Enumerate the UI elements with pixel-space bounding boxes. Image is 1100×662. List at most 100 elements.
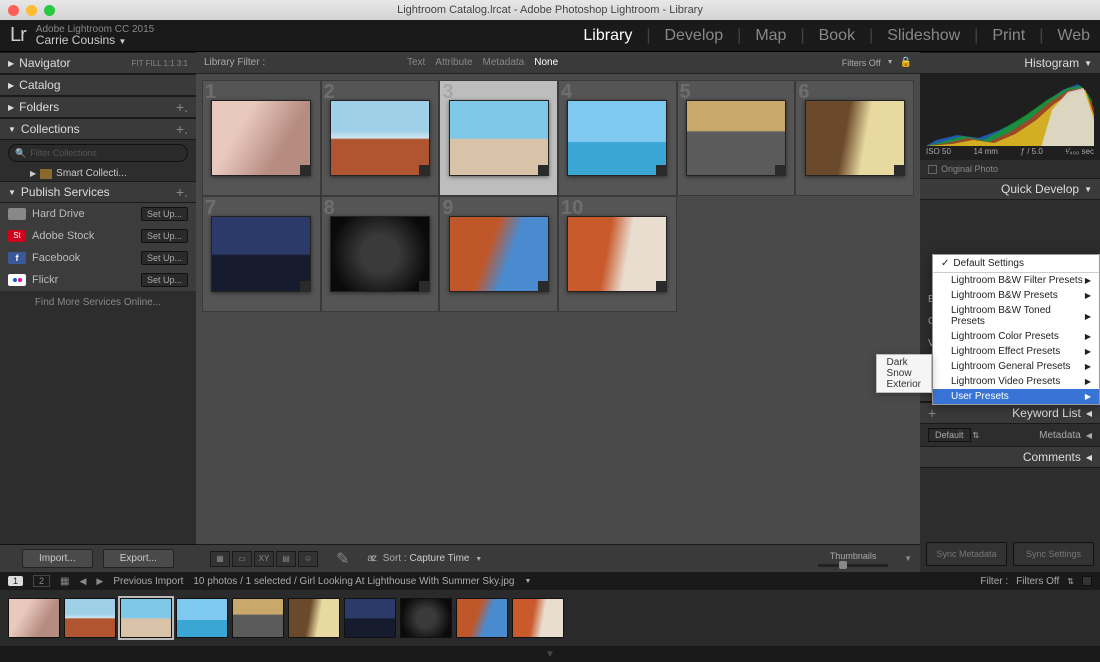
setup-button[interactable]: Set Up... (141, 273, 188, 287)
filmstrip[interactable] (0, 590, 1100, 646)
grid-tiny-icon[interactable]: ▦ (60, 576, 69, 587)
photo-thumbnail[interactable] (567, 216, 667, 291)
people-view-icon[interactable]: ☺ (298, 551, 318, 567)
preset-submenu-item[interactable]: Dark Snow Exterior (876, 354, 932, 393)
filmstrip-thumb[interactable] (8, 598, 60, 638)
filter-dropdown[interactable]: Filters Off (1016, 576, 1059, 587)
grid-cell-selected[interactable]: 3 (439, 80, 558, 196)
grid-cell[interactable]: 1 (202, 80, 321, 196)
toolbar-menu-caret-icon[interactable]: ▼ (904, 554, 912, 563)
thumbnail-size-slider[interactable]: Thumbnails (818, 551, 888, 567)
photo-thumbnail[interactable] (567, 100, 667, 175)
user-menu-caret-icon[interactable]: ▼ (119, 37, 127, 46)
publish-adobestock[interactable]: St Adobe Stock Set Up... (0, 225, 196, 247)
chevron-down-icon[interactable]: ▼ (524, 578, 531, 585)
grid-cell[interactable]: 10 (558, 196, 677, 312)
import-button[interactable]: Import... (22, 549, 93, 568)
grid-cell[interactable]: 6 (795, 80, 914, 196)
preset-group[interactable]: Lightroom Effect Presets▶ (933, 344, 1099, 359)
filmstrip-thumb[interactable] (344, 598, 396, 638)
panel-folders[interactable]: ▶ Folders +. (0, 96, 196, 118)
loupe-view-icon[interactable]: ▭ (232, 551, 252, 567)
panel-catalog[interactable]: ▶ Catalog (0, 74, 196, 96)
module-slideshow[interactable]: Slideshow (887, 27, 960, 45)
compare-view-icon[interactable]: XY (254, 551, 274, 567)
smart-collections-row[interactable]: ▶ Smart Collecti... (0, 166, 196, 181)
grid-cell[interactable]: 5 (677, 80, 796, 196)
sync-settings-button[interactable]: Sync Settings (1013, 542, 1094, 566)
prev-photo-icon[interactable]: ◀ (79, 576, 86, 587)
add-publish-icon[interactable]: +. (176, 184, 188, 200)
find-services-link[interactable]: Find More Services Online... (0, 291, 196, 314)
filmstrip-thumb[interactable] (288, 598, 340, 638)
filmstrip-thumb[interactable] (400, 598, 452, 638)
filter-tab-attribute[interactable]: Attribute (435, 57, 472, 68)
grid-cell[interactable]: 8 (321, 196, 440, 312)
metadata-set-dropdown[interactable]: Default (928, 428, 971, 442)
lock-icon[interactable]: 🔒 (900, 57, 912, 68)
photo-thumbnail[interactable] (211, 216, 311, 291)
module-print[interactable]: Print (992, 27, 1025, 45)
preset-group[interactable]: Lightroom Color Presets▶ (933, 329, 1099, 344)
next-photo-icon[interactable]: ▶ (96, 576, 103, 587)
module-book[interactable]: Book (819, 27, 855, 45)
thumbnail-grid[interactable]: 1 2 3 4 5 6 7 8 9 10 (196, 74, 920, 544)
grid-view-icon[interactable]: ▦ (210, 551, 230, 567)
panel-keywordlist[interactable]: + Keyword List ◀ (920, 402, 1100, 424)
panel-quickdevelop[interactable]: Quick Develop ▼ (920, 178, 1100, 200)
filmstrip-thumb[interactable] (512, 598, 564, 638)
filmstrip-thumb-selected[interactable] (120, 598, 172, 638)
survey-view-icon[interactable]: ▤ (276, 551, 296, 567)
filmstrip-thumb[interactable] (176, 598, 228, 638)
grid-cell[interactable]: 2 (321, 80, 440, 196)
photo-thumbnail[interactable] (805, 100, 905, 175)
navigator-zoom-options[interactable]: FIT FILL 1:1 3:1 (132, 59, 188, 68)
preset-group[interactable]: Lightroom B&W Filter Presets▶ (933, 273, 1099, 288)
panel-comments[interactable]: Comments ◀ (920, 446, 1100, 468)
filter-tab-none[interactable]: None (534, 57, 558, 68)
sync-metadata-button[interactable]: Sync Metadata (926, 542, 1007, 566)
setup-button[interactable]: Set Up... (141, 207, 188, 221)
sort-value-dropdown[interactable]: Capture Time (409, 553, 469, 564)
grid-cell[interactable]: 4 (558, 80, 677, 196)
screen-2-button[interactable]: 2 (33, 575, 50, 587)
module-map[interactable]: Map (755, 27, 786, 45)
add-collection-icon[interactable]: +. (176, 121, 188, 137)
publish-harddrive[interactable]: Hard Drive Set Up... (0, 203, 196, 225)
publish-flickr[interactable]: Flickr Set Up... (0, 269, 196, 291)
filter-tab-text[interactable]: Text (407, 57, 425, 68)
filmstrip-thumb[interactable] (456, 598, 508, 638)
module-web[interactable]: Web (1057, 27, 1090, 45)
filmstrip-collapse-handle[interactable]: ▼ (0, 646, 1100, 662)
setup-button[interactable]: Set Up... (141, 229, 188, 243)
filter-tab-metadata[interactable]: Metadata (483, 57, 525, 68)
grid-cell[interactable]: 9 (439, 196, 558, 312)
grid-cell[interactable]: 7 (202, 196, 321, 312)
photo-thumbnail[interactable] (330, 216, 430, 291)
photo-thumbnail[interactable] (449, 216, 549, 291)
module-develop[interactable]: Develop (664, 27, 723, 45)
panel-publish[interactable]: ▼ Publish Services +. (0, 181, 196, 203)
preset-default-row[interactable]: ✓Default Settings (933, 255, 1099, 272)
filmstrip-thumb[interactable] (232, 598, 284, 638)
photo-thumbnail[interactable] (449, 100, 549, 175)
add-keyword-icon[interactable]: + (928, 405, 936, 421)
preset-group-highlighted[interactable]: User Presets▶ (933, 389, 1099, 404)
module-library[interactable]: Library (583, 27, 632, 45)
photo-thumbnail[interactable] (686, 100, 786, 175)
filter-switch-icon[interactable] (1082, 576, 1092, 586)
source-label[interactable]: Previous Import (113, 576, 183, 587)
photo-thumbnail[interactable] (330, 100, 430, 175)
metadata-label[interactable]: Metadata (1039, 430, 1081, 441)
filters-off-dropdown[interactable]: Filters Off (842, 58, 881, 68)
preset-group[interactable]: Lightroom General Presets▶ (933, 359, 1099, 374)
panel-collections[interactable]: ▼ Collections +. (0, 118, 196, 140)
panel-histogram[interactable]: Histogram ▼ (920, 52, 1100, 74)
screen-1-button[interactable]: 1 (8, 576, 23, 586)
original-photo-toggle[interactable]: Original Photo (920, 160, 1100, 178)
photo-thumbnail[interactable] (211, 100, 311, 175)
setup-button[interactable]: Set Up... (141, 251, 188, 265)
collections-search-input[interactable]: 🔍 Filter Collections (8, 144, 188, 162)
user-name[interactable]: Carrie Cousins (36, 33, 115, 47)
export-button[interactable]: Export... (103, 549, 174, 568)
